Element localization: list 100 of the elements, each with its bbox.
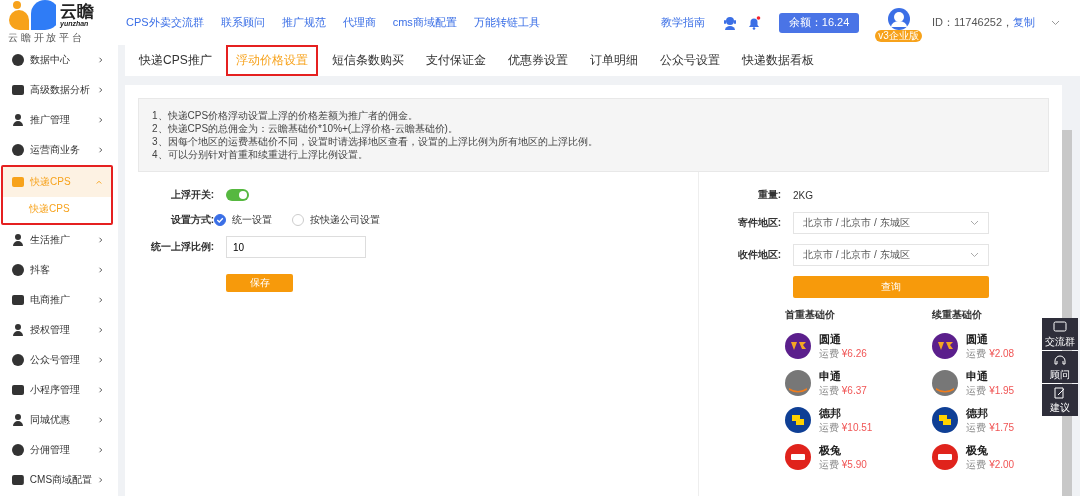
- courier-name: 申通: [819, 368, 842, 384]
- logo-tagline: 云 瞻 开 放 平 台: [8, 31, 83, 45]
- tab[interactable]: 支付保证金: [417, 45, 494, 76]
- sidebar-item[interactable]: 分佣管理: [3, 435, 113, 465]
- courier-name: 德邦: [966, 405, 990, 421]
- chevron-icon: [98, 296, 104, 304]
- chevron-icon: [98, 236, 104, 244]
- nav-link[interactable]: 推广规范: [281, 15, 326, 30]
- sidebar-item[interactable]: 运营商业务: [3, 135, 113, 165]
- price-value: ¥6.37: [841, 384, 867, 396]
- field-label: 重量:: [756, 188, 781, 202]
- user-id: ID：11746252，: [931, 15, 1013, 30]
- chevron-icon: [98, 326, 104, 334]
- field-label: 设置方式:: [169, 213, 214, 227]
- radio-icon[interactable]: [214, 214, 226, 226]
- balance-button[interactable]: 余额：16.24: [778, 12, 860, 33]
- price-value: ¥1.95: [989, 384, 1015, 396]
- fee-label: 运费: [819, 384, 839, 396]
- chat-icon: [1053, 319, 1067, 334]
- note-text: 2、快递CPS的总佣金为：云瞻基础价*10%+(上浮价格-云瞻基础价)。: [152, 122, 459, 135]
- ratio-input[interactable]: 10: [226, 236, 366, 258]
- sidebar-item[interactable]: 小程序管理: [3, 375, 113, 405]
- sidebar-item[interactable]: 生活推广: [3, 225, 113, 255]
- price-value: ¥10.51: [841, 421, 873, 433]
- chevron-icon: [98, 56, 104, 64]
- nav-link[interactable]: 联系顾问: [220, 15, 265, 30]
- field-label: 收件地区:: [736, 248, 781, 262]
- support-agent-icon[interactable]: [722, 15, 737, 30]
- field-label: 统一上浮比例:: [149, 240, 214, 254]
- chevron-icon: [98, 386, 104, 394]
- field-label: 寄件地区:: [736, 216, 781, 230]
- chevron-icon: [98, 416, 104, 424]
- sidebar-item[interactable]: 公众号管理: [3, 345, 113, 375]
- chevron-icon: [98, 116, 104, 124]
- tab[interactable]: 优惠券设置: [499, 45, 576, 76]
- field-label: 上浮开关:: [169, 188, 214, 202]
- chevron-icon: [98, 86, 104, 94]
- sidebar-item[interactable]: 电商推广: [3, 285, 113, 315]
- nav-link[interactable]: cms商域配置: [392, 15, 457, 30]
- note-text: 3、因每个地区的运费基础价不同，设置时请选择地区查看，设置的上浮比例为所有地区的上浮比例。: [152, 135, 599, 148]
- fee-label: 运费: [819, 458, 839, 470]
- region-select[interactable]: 北京市 / 北京市 / 东城区: [793, 244, 989, 266]
- courier-name: 极兔: [819, 442, 842, 458]
- sidebar-item[interactable]: 授权管理: [3, 315, 113, 345]
- radio-option[interactable]: 按快递公司设置: [292, 213, 380, 227]
- headset-icon: [1053, 352, 1067, 367]
- floating-button[interactable]: 建议: [1042, 384, 1078, 416]
- sidebar-item[interactable]: 高级数据分析: [3, 75, 113, 105]
- edition-badge: v3企业版: [875, 29, 922, 42]
- column-title: 首重基础价: [785, 308, 836, 322]
- nav-link[interactable]: 代理商: [342, 15, 376, 30]
- courier-name: 申通: [966, 368, 990, 384]
- radio-option[interactable]: 统一设置: [214, 213, 272, 227]
- sidebar-item[interactable]: 抖客: [3, 255, 113, 285]
- courier-name: 德邦: [819, 405, 842, 421]
- fee-label: 运费: [966, 458, 987, 470]
- chevron-down-icon: [970, 220, 979, 226]
- sidebar-item[interactable]: 推广管理: [3, 105, 113, 135]
- region-select[interactable]: 北京市 / 北京市 / 东城区: [793, 212, 989, 234]
- note-text: 1、快递CPS价格浮动设置上浮的价格差额为推广者的佣金。: [152, 109, 420, 122]
- courier-name: 极兔: [966, 442, 990, 458]
- sidebar-item[interactable]: 数据中心: [3, 45, 113, 75]
- chevron-icon: [98, 356, 104, 364]
- floating-button[interactable]: 交流群: [1042, 318, 1078, 350]
- chevron-icon: [98, 476, 104, 484]
- note-text: 4、可以分别针对首重和续重进行上浮比例设置。: [152, 148, 369, 161]
- fee-label: 运费: [819, 347, 839, 359]
- price-value: ¥2.00: [989, 458, 1015, 470]
- column-title: 续重基础价: [932, 308, 984, 322]
- tab[interactable]: 短信条数购买: [323, 45, 412, 76]
- price-value: ¥6.26: [841, 347, 867, 359]
- fee-label: 运费: [966, 347, 987, 359]
- bell-icon[interactable]: [746, 15, 761, 30]
- sidebar-item[interactable]: 同城优惠: [3, 405, 113, 435]
- floating-button[interactable]: 顾问: [1042, 351, 1078, 383]
- chevron-down-icon[interactable]: [1051, 19, 1060, 26]
- tab[interactable]: 快递数据看板: [733, 45, 822, 76]
- tab[interactable]: 公众号设置: [651, 45, 728, 76]
- edit-icon: [1053, 385, 1067, 400]
- toggle-switch[interactable]: [226, 189, 249, 201]
- sidebar-item[interactable]: CMS商域配置: [3, 465, 113, 495]
- avatar-icon[interactable]: [887, 7, 910, 30]
- fee-label: 运费: [819, 421, 839, 433]
- guide-link[interactable]: 教学指南: [660, 15, 705, 30]
- nav-link[interactable]: CPS外卖交流群: [126, 15, 204, 30]
- courier-name: 圆通: [819, 331, 842, 347]
- fee-label: 运费: [966, 384, 987, 396]
- weight-value: 2KG: [793, 189, 813, 201]
- price-value: ¥5.90: [841, 458, 867, 470]
- logo-icon: [8, 0, 56, 30]
- chevron-icon: [98, 146, 104, 154]
- chevron-icon: [96, 178, 102, 186]
- courier-name: 圆通: [966, 331, 990, 347]
- logo-name: 云瞻: [60, 3, 94, 20]
- tab[interactable]: 订单明细: [581, 45, 646, 76]
- fee-label: 运费: [966, 421, 987, 433]
- tab[interactable]: 快递CPS推广: [131, 45, 220, 76]
- radio-icon[interactable]: [292, 214, 304, 226]
- copy-link[interactable]: 复制: [1013, 15, 1035, 30]
- nav-link[interactable]: 万能转链工具: [473, 15, 540, 30]
